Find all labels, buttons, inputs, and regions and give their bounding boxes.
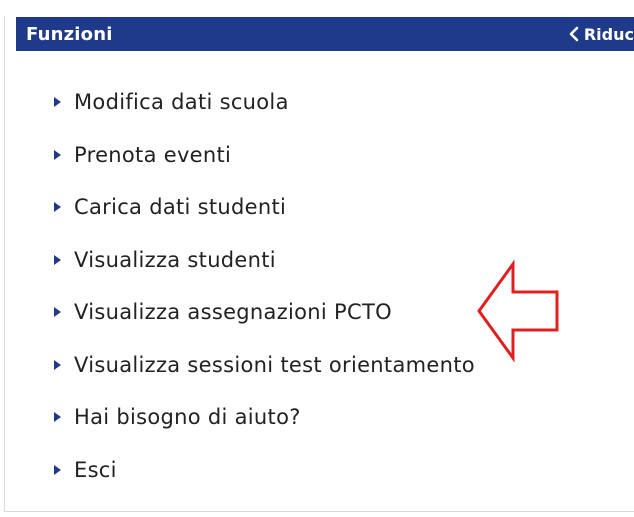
top-strip	[0, 0, 634, 12]
panel-left-border	[4, 16, 5, 512]
menu-item-visualizza-assegnazioni-pcto[interactable]: Visualizza assegnazioni PCTO	[54, 286, 475, 339]
collapse-button[interactable]: Riduc	[567, 25, 634, 44]
menu-item-visualizza-sessioni-test-orientamento[interactable]: Visualizza sessioni test orientamento	[54, 339, 475, 392]
menu-item-label: Esci	[74, 457, 117, 482]
panel-header: Funzioni Riduc	[16, 17, 634, 51]
menu-item-label: Hai bisogno di aiuto?	[74, 405, 301, 430]
menu-item-label: Modifica dati scuola	[74, 90, 289, 115]
triangle-right-icon	[54, 254, 61, 265]
panel-bottom-border	[4, 511, 634, 512]
menu-item-label: Visualizza assegnazioni PCTO	[74, 300, 392, 325]
menu-item-prenota-eventi[interactable]: Prenota eventi	[54, 129, 475, 182]
triangle-right-icon	[54, 149, 61, 160]
collapse-label: Riduc	[583, 24, 634, 44]
menu-item-label: Prenota eventi	[74, 142, 232, 167]
panel-title: Funzioni	[26, 23, 113, 45]
chevron-left-icon	[569, 26, 579, 42]
functions-panel: Funzioni Riduc Modifica dati scuola Pren…	[0, 0, 634, 517]
triangle-right-icon	[54, 412, 61, 423]
menu-item-esci[interactable]: Esci	[54, 444, 475, 497]
triangle-right-icon	[54, 307, 61, 318]
functions-menu: Modifica dati scuola Prenota eventi Cari…	[54, 76, 475, 496]
triangle-right-icon	[54, 464, 61, 475]
menu-item-visualizza-studenti[interactable]: Visualizza studenti	[54, 234, 475, 287]
menu-item-modifica-dati-scuola[interactable]: Modifica dati scuola	[54, 76, 475, 129]
triangle-right-icon	[54, 97, 61, 108]
menu-item-label: Visualizza sessioni test orientamento	[74, 352, 475, 377]
triangle-right-icon	[54, 359, 61, 370]
left-arrow-outline-icon	[477, 259, 559, 363]
menu-item-carica-dati-studenti[interactable]: Carica dati studenti	[54, 181, 475, 234]
menu-item-label: Carica dati studenti	[74, 195, 287, 220]
menu-item-hai-bisogno-di-aiuto[interactable]: Hai bisogno di aiuto?	[54, 391, 475, 444]
triangle-right-icon	[54, 202, 61, 213]
menu-item-label: Visualizza studenti	[74, 247, 276, 272]
